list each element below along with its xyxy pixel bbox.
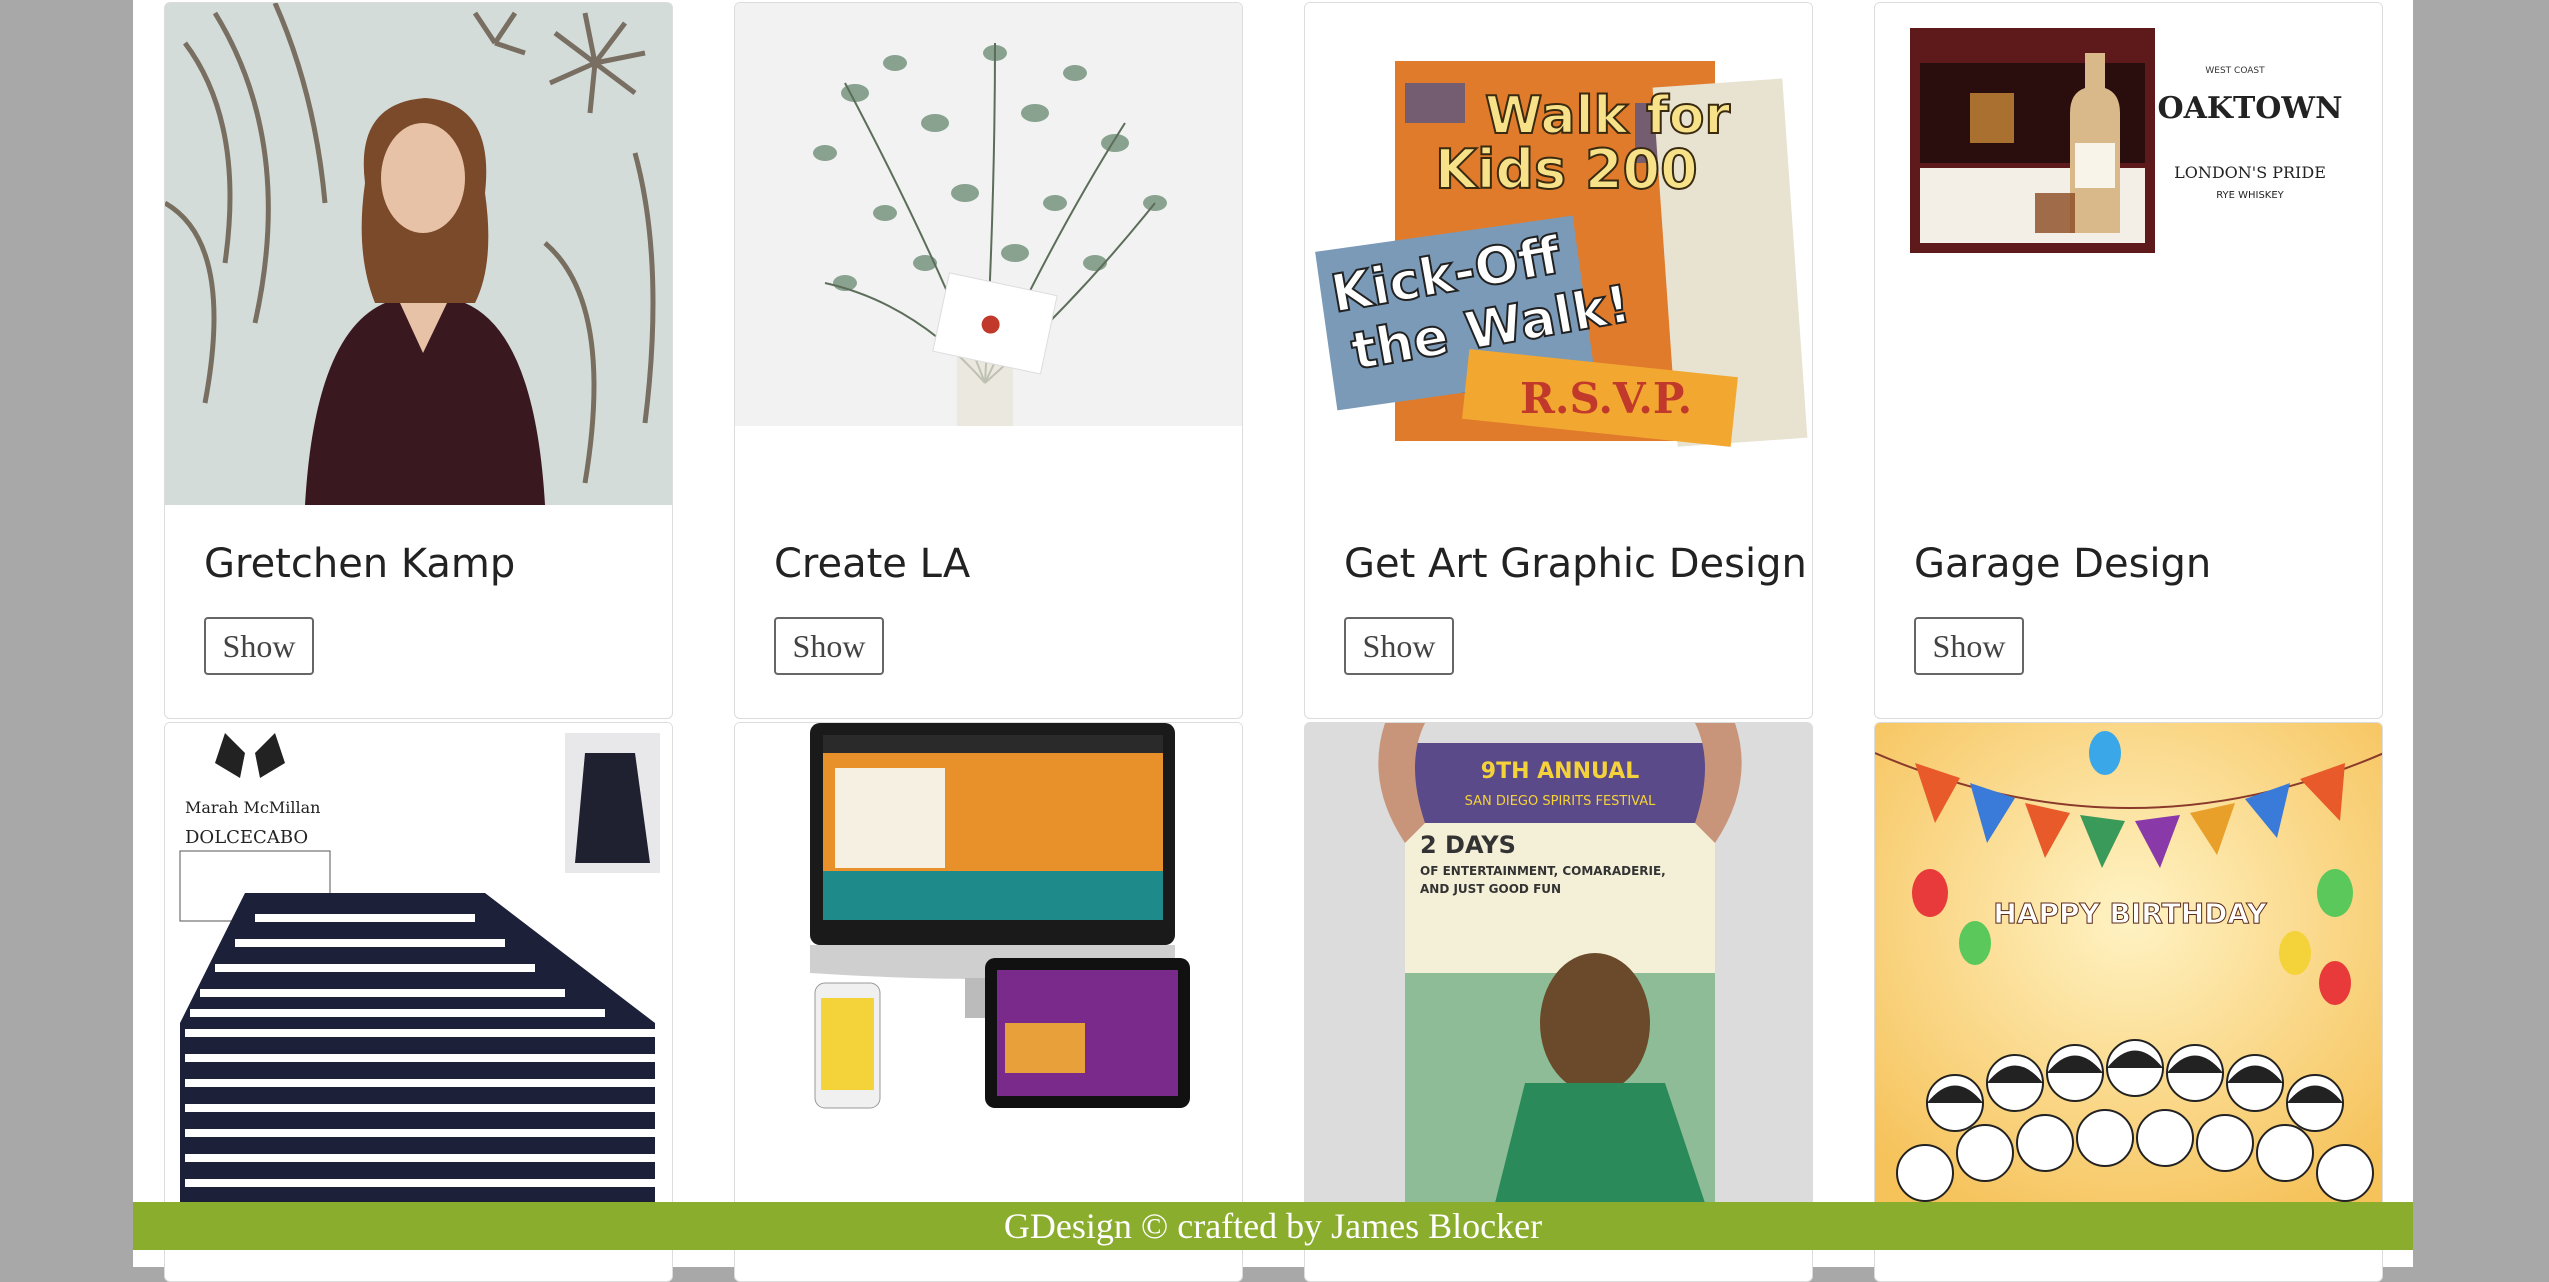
page-container: Gretchen Kamp Show Create LA Show Walk f… <box>133 0 2413 1282</box>
thumb-oaktown-top: WEST COAST <box>2205 66 2265 76</box>
thumb-walk-line1: Walk for <box>1485 86 1730 146</box>
footer-credit-text: GDesign © crafted by James Blocker <box>1003 1206 1543 1246</box>
portfolio-card-happy-birthday: HAPPY BIRTHDAY <box>1874 722 2383 1282</box>
portfolio-card-marah-mcmillan: Marah McMillan DOLCECABO <box>164 722 673 1282</box>
thumb-spirits-line3: AND JUST GOOD FUN <box>1420 882 1561 896</box>
thumb-spirits-fest: SAN DIEGO SPIRITS FESTIVAL <box>1465 794 1657 809</box>
portfolio-card-gretchen-kamp: Gretchen Kamp Show <box>164 2 673 719</box>
thumb-walk-line2: Kids 200 <box>1435 138 1698 201</box>
thumb-marah-brand1: Marah McMillan <box>185 798 320 817</box>
card-title: Gretchen Kamp <box>204 541 516 587</box>
card-title: Get Art Graphic Design <box>1344 541 1807 587</box>
card-title: Garage Design <box>1914 541 2212 587</box>
portfolio-card-get-art: Walk for Kids 200 Kick-Off the Walk! R.S… <box>1304 2 1813 719</box>
card-image-device-mockups[interactable] <box>735 723 1242 1203</box>
thumb-birthday-letters: HAPPY BIRTHDAY <box>1993 897 2267 930</box>
portfolio-card-create-la: Create LA Show <box>734 2 1243 719</box>
card-image-oaktown[interactable]: WEST COAST OAKTOWN LONDON'S PRIDE RYE WH… <box>1875 3 2382 303</box>
thumb-oaktown-sub2: RYE WHISKEY <box>2216 190 2284 201</box>
thumb-oaktown-sub1: LONDON'S PRIDE <box>2174 163 2326 182</box>
thumb-oaktown-brand: OAKTOWN <box>2157 91 2342 126</box>
card-image-walk-for-kids[interactable]: Walk for Kids 200 Kick-Off the Walk! R.S… <box>1305 3 1812 463</box>
portfolio-card-garage-design: WEST COAST OAKTOWN LONDON'S PRIDE RYE WH… <box>1874 2 2383 719</box>
portfolio-card-website-mockups <box>734 722 1243 1282</box>
card-image-birthday[interactable]: HAPPY BIRTHDAY <box>1875 723 2382 1203</box>
show-button[interactable]: Show <box>1344 617 1454 675</box>
portfolio-card-spirits-festival: 9TH ANNUAL SAN DIEGO SPIRITS FESTIVAL 2 … <box>1304 722 1813 1282</box>
thumb-spirits-head: 9TH ANNUAL <box>1481 759 1639 784</box>
card-image-jacket-spec[interactable]: Marah McMillan DOLCECABO <box>165 723 672 1203</box>
show-button[interactable]: Show <box>774 617 884 675</box>
thumb-walk-rsvp: R.S.V.P. <box>1520 374 1692 423</box>
card-image-portrait[interactable] <box>165 3 672 505</box>
card-title: Create LA <box>774 541 971 587</box>
show-button[interactable]: Show <box>1914 617 2024 675</box>
thumb-spirits-line2: OF ENTERTAINMENT, COMARADERIE, <box>1420 864 1666 878</box>
footer-bar: GDesign © crafted by James Blocker <box>133 1202 2413 1250</box>
thumb-spirits-line1: 2 DAYS <box>1420 831 1516 859</box>
card-image-festival-poster[interactable]: 9TH ANNUAL SAN DIEGO SPIRITS FESTIVAL 2 … <box>1305 723 1812 1203</box>
thumb-marah-brand2: DOLCECABO <box>185 827 308 848</box>
card-image-eucalyptus[interactable] <box>735 3 1242 426</box>
show-button[interactable]: Show <box>204 617 314 675</box>
